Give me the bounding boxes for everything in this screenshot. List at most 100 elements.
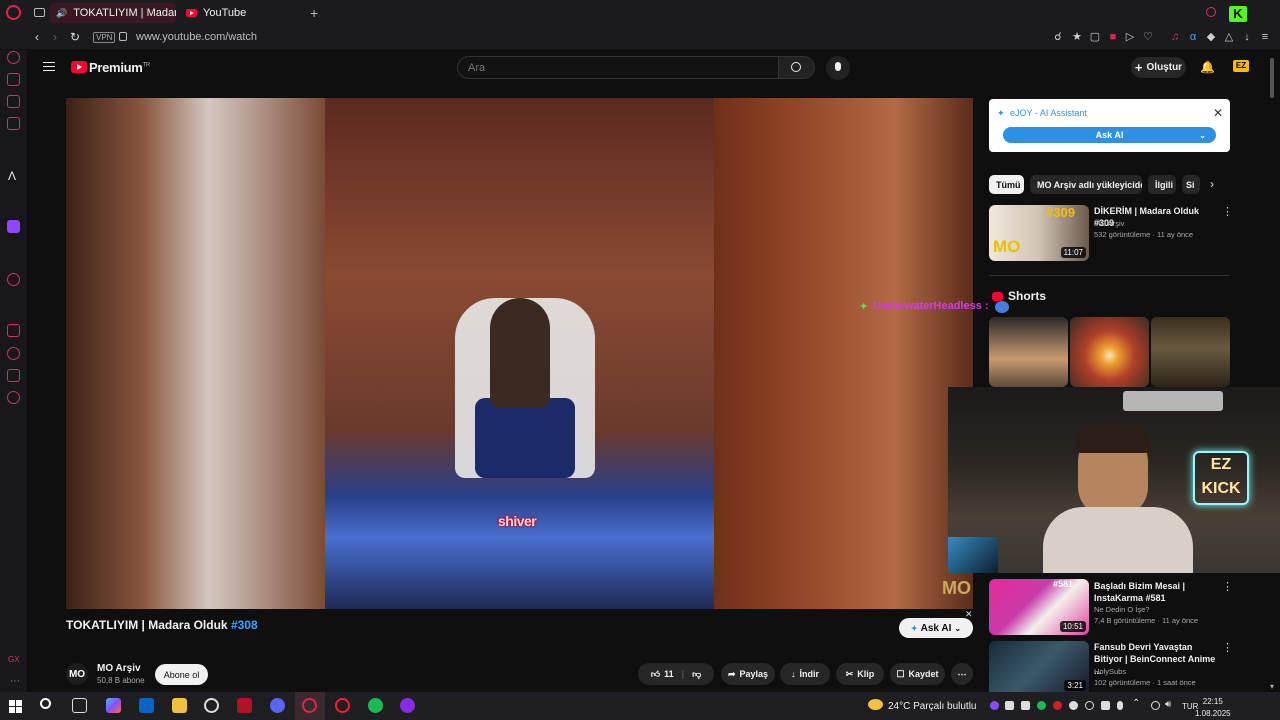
search-icon[interactable] bbox=[40, 698, 51, 709]
related-thumb-1[interactable]: MO #309 11:07 bbox=[989, 205, 1089, 261]
tray-settings-icon[interactable] bbox=[1085, 701, 1094, 710]
app-purple-icon[interactable] bbox=[400, 698, 415, 713]
related-thumb-3[interactable]: 3:21 bbox=[989, 641, 1089, 692]
spotify-icon[interactable] bbox=[368, 698, 383, 713]
url-field[interactable]: www.youtube.com/watch bbox=[136, 31, 257, 43]
tray-steam-icon[interactable] bbox=[1069, 701, 1078, 710]
ask-ai-button[interactable]: ✦ Ask AI ⌄ bbox=[899, 618, 973, 638]
pin-icon[interactable]: ★ bbox=[1071, 31, 1083, 43]
windows-start-icon[interactable] bbox=[9, 700, 22, 713]
sidebar-twitch-icon[interactable] bbox=[7, 220, 20, 233]
sidebar-gx-icon[interactable]: GX bbox=[8, 655, 20, 664]
sidebar-messenger-icon[interactable] bbox=[7, 117, 20, 130]
pocket-icon[interactable]: ■ bbox=[1107, 31, 1119, 43]
account-avatar[interactable]: EZ bbox=[1233, 60, 1249, 72]
sidebar-bookmark-icon[interactable] bbox=[7, 324, 20, 337]
notification-icon[interactable]: ▾ bbox=[1270, 682, 1274, 691]
tab-active[interactable]: 🔊 TOKATLIYIM | Madara Olduk bbox=[50, 3, 176, 23]
related-thumb-2[interactable]: #581 10:51 bbox=[989, 579, 1089, 635]
channel-avatar[interactable]: MO bbox=[66, 663, 88, 685]
outlook-icon[interactable] bbox=[139, 698, 154, 713]
forward-icon[interactable]: › bbox=[53, 30, 57, 44]
like-icon[interactable]: 👍︎ bbox=[651, 669, 660, 680]
download-icon[interactable]: ↓ bbox=[1241, 31, 1253, 43]
share-button[interactable]: ➦ Paylaş bbox=[721, 663, 775, 685]
tray-record-icon[interactable] bbox=[1053, 701, 1062, 710]
sidebar-extensions-icon[interactable] bbox=[7, 369, 20, 382]
video-hashtag[interactable]: #308 bbox=[231, 618, 258, 632]
tray-expand-icon[interactable]: ⌃ bbox=[1132, 698, 1140, 709]
heart-icon[interactable]: ♡ bbox=[1142, 31, 1154, 43]
video-player[interactable]: shiver MO bbox=[66, 98, 973, 609]
volume-icon[interactable]: 🔊︎ bbox=[1165, 699, 1171, 710]
youtube-premium-logo[interactable]: PremiumTR bbox=[89, 60, 150, 75]
tray-app2-icon[interactable] bbox=[1101, 701, 1110, 710]
page-scrollbar[interactable] bbox=[1270, 58, 1274, 98]
translate-icon[interactable]: α bbox=[1187, 31, 1199, 43]
search-tabs-icon[interactable] bbox=[1206, 7, 1216, 17]
more-vert-icon[interactable]: ⋮ bbox=[1222, 205, 1233, 218]
download-button[interactable]: ↓ İndir bbox=[780, 663, 830, 685]
ejoy-close-icon[interactable]: ✕ bbox=[1213, 106, 1223, 120]
related-channel-2[interactable]: Ne Dedin O İşe? bbox=[1094, 604, 1149, 615]
tab-youtube[interactable]: YouTube bbox=[180, 3, 300, 23]
chevron-right-icon[interactable]: › bbox=[1210, 177, 1214, 191]
like-count[interactable]: 11 bbox=[664, 669, 674, 679]
channel-name[interactable]: MO Arşiv bbox=[97, 663, 141, 674]
taskbar-clock[interactable]: 22:15 1.08.2025 bbox=[1195, 696, 1231, 720]
opera-icon[interactable] bbox=[335, 698, 350, 713]
opera-logo-icon[interactable] bbox=[6, 5, 21, 20]
hamburger-menu-icon[interactable] bbox=[43, 62, 55, 71]
weather-icon[interactable] bbox=[868, 699, 883, 710]
tray-spotify-icon[interactable] bbox=[1037, 701, 1046, 710]
copilot-icon[interactable] bbox=[106, 698, 121, 713]
sidebar-more-icon[interactable]: ⋯ bbox=[10, 676, 20, 687]
related-channel-3[interactable]: HolySubs bbox=[1094, 666, 1126, 677]
zoom-icon[interactable]: ☌ bbox=[1052, 31, 1064, 43]
file-explorer-icon[interactable] bbox=[172, 698, 187, 713]
create-button[interactable]: + Oluştur bbox=[1131, 57, 1186, 78]
opera-gx-icon[interactable] bbox=[302, 698, 317, 713]
youtube-logo-icon[interactable] bbox=[71, 61, 87, 73]
chip-uploader[interactable]: MO Arşiv adlı yükleyiciden bbox=[1030, 175, 1142, 194]
chip-more[interactable]: Si bbox=[1182, 175, 1200, 194]
search-input[interactable] bbox=[457, 56, 779, 79]
related-title-2[interactable]: Başladı Bizim Mesai | InstaKarma #581 bbox=[1094, 580, 1216, 604]
voice-search-button[interactable] bbox=[826, 56, 850, 80]
more-vert-icon[interactable]: ⋮ bbox=[1222, 641, 1233, 654]
discord-icon[interactable] bbox=[270, 698, 285, 713]
puzzle-icon[interactable]: △ bbox=[1223, 31, 1235, 43]
tray-app-icon[interactable] bbox=[990, 701, 999, 710]
dislike-icon[interactable]: 👎︎ bbox=[692, 669, 701, 680]
ejoy-ask-ai-button[interactable]: Ask AI ⌄ bbox=[1003, 127, 1216, 143]
chip-related[interactable]: İlgili bbox=[1148, 175, 1176, 194]
sidebar-player-icon[interactable] bbox=[7, 273, 20, 286]
task-view-icon[interactable] bbox=[72, 698, 87, 713]
tab-manager-icon[interactable] bbox=[34, 8, 45, 17]
notifications-bell-icon[interactable]: 🔔 bbox=[1200, 60, 1215, 74]
chip-all[interactable]: Tümü bbox=[989, 175, 1024, 194]
tray-discord-icon[interactable] bbox=[1005, 701, 1014, 710]
app-icon[interactable] bbox=[237, 698, 252, 713]
subscribe-button[interactable]: Abone ol bbox=[155, 664, 208, 685]
sidebar-settings-icon[interactable] bbox=[7, 391, 20, 404]
sidebar-aria-icon[interactable] bbox=[7, 51, 20, 64]
clip-button[interactable]: ✂ Klip bbox=[836, 663, 884, 685]
save-button[interactable]: ☐ Kaydet bbox=[890, 663, 945, 685]
short-thumb-2[interactable] bbox=[1070, 317, 1149, 387]
play-icon[interactable]: ▷ bbox=[1124, 31, 1136, 43]
sidebar-history-icon[interactable] bbox=[7, 347, 20, 360]
short-thumb-1[interactable] bbox=[989, 317, 1068, 387]
snapshot-icon[interactable]: ▢ bbox=[1089, 31, 1101, 43]
tray-monitor-icon[interactable] bbox=[1021, 701, 1030, 710]
vpn-badge[interactable]: VPN bbox=[93, 32, 116, 43]
network-icon[interactable] bbox=[1151, 701, 1160, 710]
back-icon[interactable]: ‹ bbox=[35, 30, 39, 44]
sidebar-app-icon[interactable]: Λ bbox=[8, 169, 16, 183]
music-icon[interactable]: ♫ bbox=[1169, 31, 1181, 43]
sidebar-instagram-icon[interactable] bbox=[7, 95, 20, 108]
sidebar-bag-icon[interactable] bbox=[7, 73, 20, 86]
lock-icon[interactable] bbox=[119, 32, 127, 41]
search-button[interactable] bbox=[779, 56, 815, 79]
menu-icon[interactable]: ≡ bbox=[1259, 31, 1271, 43]
